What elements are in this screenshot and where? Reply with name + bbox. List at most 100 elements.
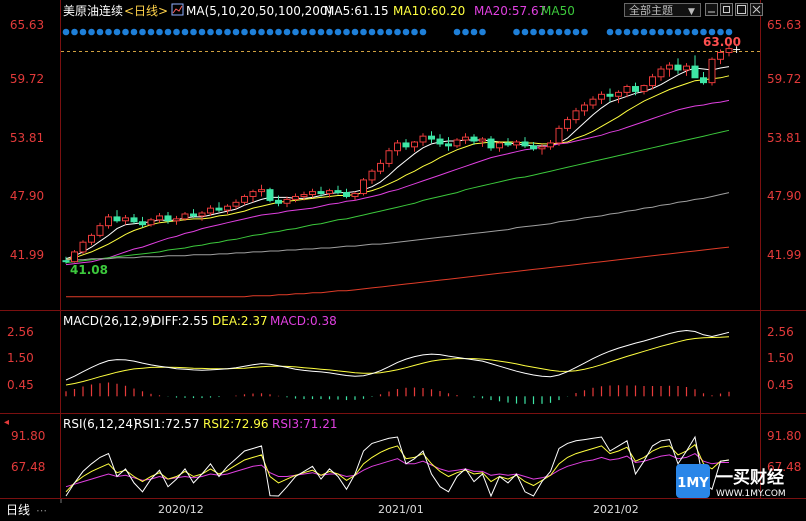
candle-up — [105, 216, 112, 227]
candle-up — [283, 198, 291, 204]
signal-dot — [351, 28, 359, 36]
signal-dot — [300, 28, 308, 36]
period-button-label: 日线 — [6, 503, 30, 517]
candle-down — [674, 64, 682, 71]
signal-dot — [181, 28, 189, 36]
candle-up — [207, 207, 214, 214]
candle-down — [190, 213, 197, 217]
signal-dot — [283, 28, 291, 36]
price-tick-right: 47.90 — [767, 189, 801, 203]
macd-tick-left: 1.50 — [7, 351, 34, 365]
signal-dot — [139, 28, 146, 36]
candle-down — [139, 221, 146, 226]
candle-up — [258, 189, 265, 193]
candle-down — [530, 145, 537, 150]
signal-dot — [275, 28, 282, 36]
signal-dot — [317, 28, 325, 36]
candle-up — [717, 51, 724, 60]
minimize-button[interactable] — [705, 3, 718, 16]
signal-dot — [326, 28, 333, 36]
more-icon: ⋯ — [36, 504, 47, 517]
candle-down — [275, 199, 282, 204]
candle-up — [173, 218, 180, 222]
signal-dot — [224, 28, 231, 36]
candle-up — [649, 76, 656, 87]
signal-dot — [683, 28, 690, 36]
signal-dot — [343, 28, 350, 36]
theme-select[interactable]: 全部主题 ▼ — [624, 3, 701, 17]
candle-up — [96, 225, 104, 236]
signal-dot — [266, 28, 274, 36]
macd-label: MACD(26,12,9) — [63, 314, 154, 328]
signal-dot — [156, 28, 163, 36]
candle-up — [589, 98, 597, 106]
price-tick-right: 53.81 — [767, 131, 801, 145]
signal-dot — [198, 28, 206, 36]
candle-down — [487, 138, 495, 149]
candle-down — [700, 77, 707, 84]
restore-button[interactable] — [720, 3, 733, 16]
maximize-button[interactable] — [735, 3, 748, 16]
rsi-marker-icon: ◂ — [4, 417, 9, 428]
candle-down — [470, 136, 478, 142]
signal-dot — [215, 28, 223, 36]
candle-up — [640, 85, 648, 92]
theme-select-label: 全部主题 — [629, 3, 673, 17]
signal-dot — [113, 28, 121, 36]
candle-up — [657, 68, 665, 78]
candle-up — [79, 241, 87, 253]
instrument-title: 美原油连续 — [63, 3, 123, 18]
signal-dot — [249, 28, 257, 36]
signal-dot — [691, 28, 699, 36]
signal-dot — [411, 28, 418, 36]
candle-down — [343, 192, 350, 197]
date-label: 2020/12 — [158, 503, 204, 516]
ma50-value: MA50 — [541, 4, 575, 18]
signal-dot — [615, 28, 622, 36]
signal-dot — [173, 28, 180, 36]
signal-dot — [79, 28, 87, 36]
macd-tick-right: 2.56 — [767, 325, 794, 339]
candle-down — [62, 260, 70, 263]
candle-up — [326, 190, 333, 195]
rsi1-value: RSI1:72.57 — [134, 417, 200, 431]
candle-up — [725, 48, 733, 53]
signal-dot — [62, 28, 70, 36]
candle-up — [708, 58, 716, 84]
signal-dot — [572, 28, 580, 36]
candle-up — [122, 217, 129, 222]
period-tag: <日线> — [124, 4, 168, 18]
signal-dot — [513, 28, 520, 36]
candle-up — [292, 195, 299, 200]
signal-dot — [292, 28, 299, 36]
candle-down — [632, 86, 639, 92]
candle-up — [615, 91, 622, 97]
signal-dot — [657, 28, 665, 36]
signal-dot — [360, 28, 367, 36]
signal-dot — [122, 28, 129, 36]
candle-down — [606, 93, 614, 97]
candle-up — [547, 142, 554, 148]
candle-down — [436, 138, 444, 145]
candle-down — [130, 217, 138, 223]
signal-dot — [606, 28, 614, 36]
signal-dot — [674, 28, 682, 36]
signal-dot — [377, 28, 384, 36]
close-button[interactable] — [750, 3, 763, 16]
candle-up — [538, 146, 546, 150]
macd-axis-right: 2.56 1.50 0.45 — [767, 325, 794, 392]
footer-bar: 日线 ⋯ 2020/12 2021/01 2021/02 — [0, 499, 806, 521]
signal-dot — [96, 28, 104, 36]
signal-dot — [232, 28, 240, 36]
candle-up — [156, 215, 163, 221]
price-tick-left: 59.72 — [10, 72, 44, 86]
ma20-value: MA20:57.67 — [474, 4, 546, 18]
candle-up — [555, 127, 563, 144]
price-tick-right: 41.99 — [767, 248, 801, 262]
signal-dot — [581, 28, 588, 36]
signal-dot — [258, 28, 265, 36]
signal-dot — [530, 28, 537, 36]
period-button[interactable]: 日线 ⋯ — [6, 503, 47, 517]
candle-up — [581, 104, 588, 112]
signal-dot — [71, 28, 78, 36]
